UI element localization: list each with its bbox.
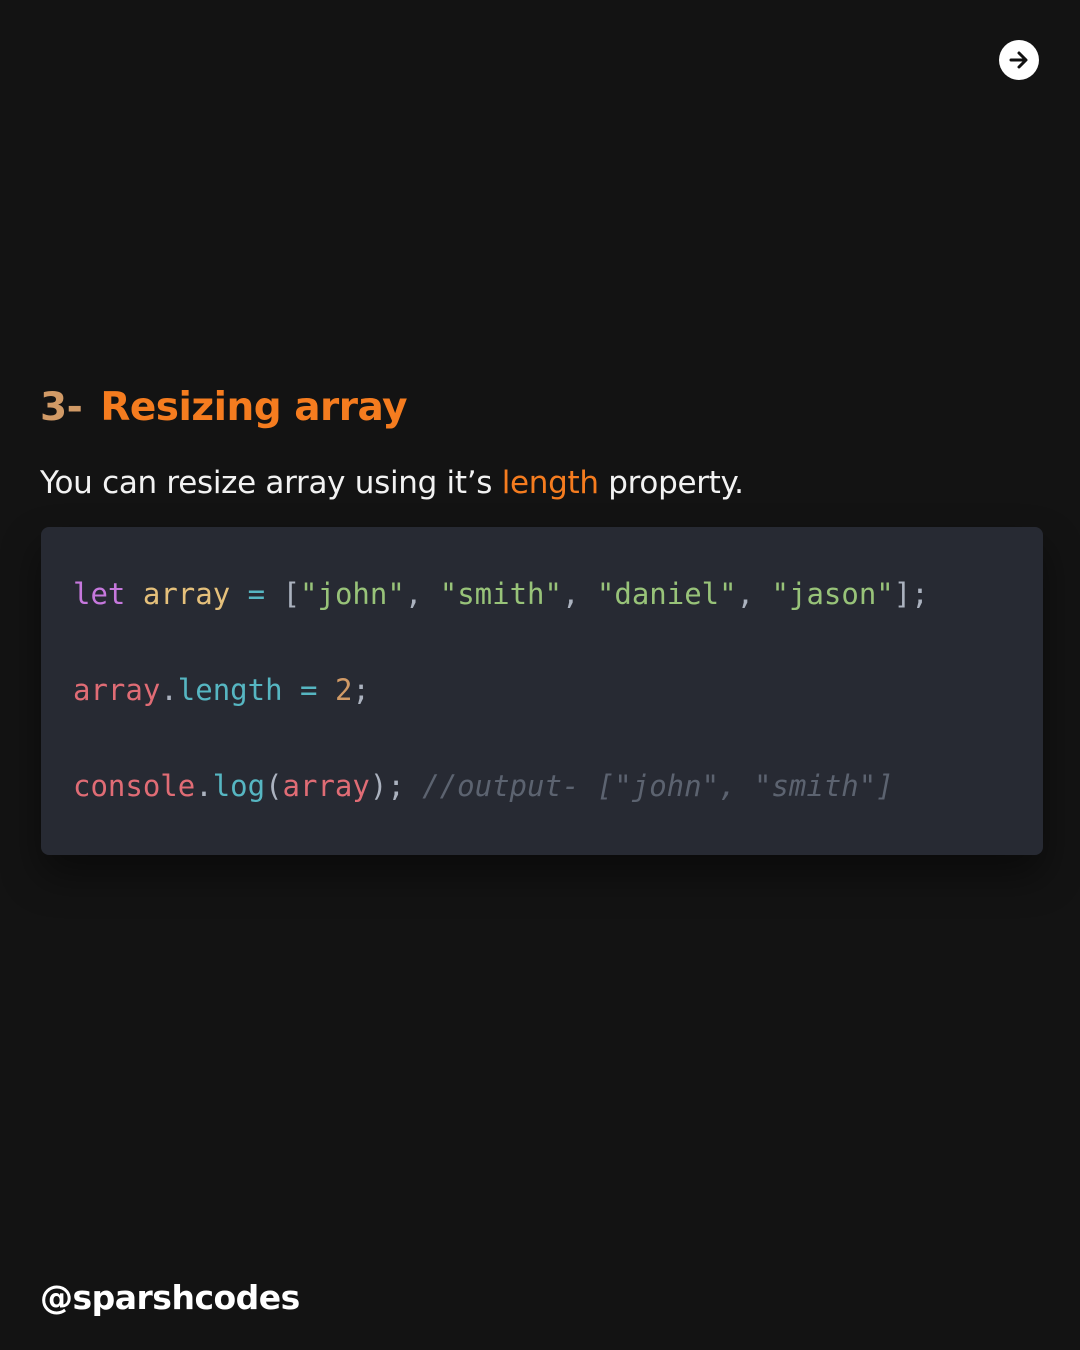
code-bracket-close: ];	[893, 577, 929, 611]
code-number: 2	[334, 673, 353, 707]
code-line-1: let array = ["john", "smith", "daniel", …	[73, 574, 929, 614]
code-string: "daniel"	[596, 577, 737, 611]
code-property: length	[177, 673, 283, 707]
author-handle: @sparshcodes	[40, 1278, 300, 1317]
code-dot: .	[195, 769, 213, 803]
code-operator: =	[300, 673, 318, 707]
code-object: array	[73, 673, 161, 707]
code-string: "john"	[300, 577, 405, 611]
code-bracket-open: [	[282, 577, 301, 611]
code-line-3: console.log(array); //output- ["john", "…	[73, 766, 894, 806]
arrow-right-icon	[1009, 51, 1028, 69]
code-paren-open: (	[265, 769, 283, 803]
code-paren-close: );	[369, 769, 405, 803]
page-title: 3- Resizing array	[40, 380, 408, 436]
description-text-end: property.	[598, 465, 744, 501]
code-object: console	[73, 769, 196, 803]
code-comma: ,	[561, 577, 580, 611]
code-dot: .	[160, 673, 178, 707]
code-comment: //output- ["john", "smith"]	[422, 769, 894, 803]
code-string: "smith"	[439, 577, 562, 611]
description: You can resize array using it’s length p…	[40, 462, 744, 504]
code-variable: array	[142, 577, 231, 611]
code-line-2: array.length = 2;	[73, 670, 370, 710]
code-keyword: let	[73, 577, 126, 611]
description-highlight: length	[501, 465, 599, 501]
code-block: let array = ["john", "smith", "daniel", …	[41, 527, 1043, 855]
description-text-start: You can resize array using it’s	[40, 465, 502, 501]
next-button[interactable]	[999, 40, 1039, 80]
code-string: "jason"	[771, 577, 894, 611]
code-semicolon: ;	[352, 673, 370, 707]
section-title: Resizing array	[100, 385, 408, 430]
code-argument: array	[282, 769, 370, 803]
code-comma: ,	[736, 577, 755, 611]
code-method: log	[212, 769, 266, 803]
code-comma: ,	[404, 577, 423, 611]
section-number: 3-	[40, 385, 83, 430]
code-operator: =	[247, 577, 266, 611]
